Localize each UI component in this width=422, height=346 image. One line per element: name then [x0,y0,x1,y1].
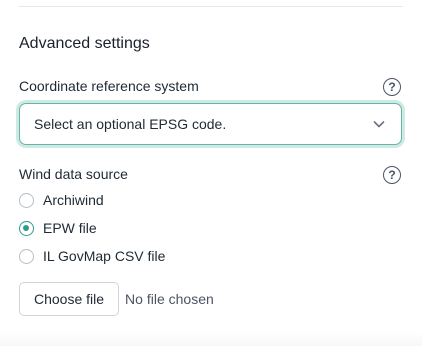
radio-button[interactable] [19,248,34,264]
radio-option-epw-file[interactable]: EPW file [19,220,97,236]
radio-label: IL GovMap CSV file [43,248,166,264]
radio-button-checked[interactable] [19,220,34,236]
radio-label: Archiwind [43,192,104,208]
crs-select[interactable]: Select an optional EPSG code. [19,103,402,145]
file-input: Choose file No file chosen [19,282,214,316]
chevron-down-icon [373,121,385,128]
crs-label: Coordinate reference system [19,78,199,94]
crs-help-glyph: ? [388,80,396,94]
crs-help-icon[interactable]: ? [383,78,401,96]
section-divider [19,6,403,7]
wind-help-glyph: ? [388,168,396,182]
file-status-text: No file chosen [125,291,214,307]
radio-button[interactable] [19,192,34,208]
radio-option-archiwind[interactable]: Archiwind [19,192,104,208]
crs-select-value: Select an optional EPSG code. [34,116,227,132]
wind-help-icon[interactable]: ? [383,166,401,184]
radio-option-il-govmap-csv[interactable]: IL GovMap CSV file [19,248,165,264]
radio-label: EPW file [43,220,97,236]
section-title: Advanced settings [19,35,150,52]
wind-source-label: Wind data source [19,166,128,182]
advanced-settings-panel: Advanced settings Coordinate reference s… [0,0,422,346]
choose-file-button[interactable]: Choose file [19,282,120,316]
bottom-fade [0,332,422,346]
